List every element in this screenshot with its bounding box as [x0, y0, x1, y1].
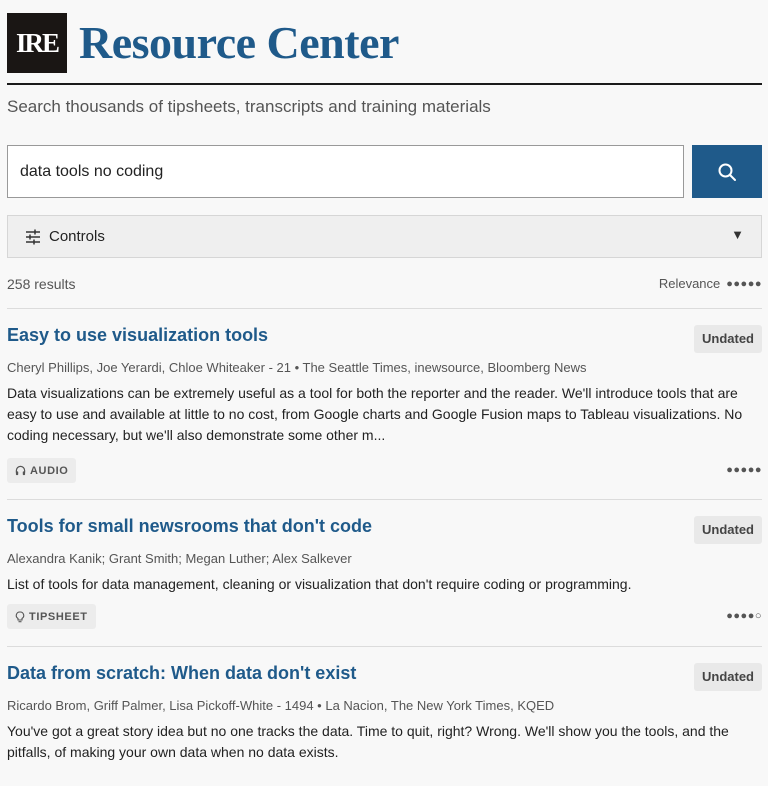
ire-logo[interactable]: IRE — [7, 13, 67, 73]
type-label: AUDIO — [30, 464, 69, 477]
lightbulb-icon — [15, 610, 25, 622]
controls-toggle[interactable]: Controls ▼ — [7, 215, 762, 258]
site-header: IRE Resource Center — [7, 13, 762, 85]
result-title[interactable]: Data from scratch: When data don't exist — [7, 663, 356, 684]
relevance-dots-icon: ●●●●○ — [726, 610, 762, 622]
divider — [7, 646, 762, 647]
date-badge: Undated — [694, 516, 762, 544]
search-button[interactable] — [692, 145, 762, 198]
relevance-dots-icon: ●●●●● — [726, 277, 762, 290]
sliders-icon — [25, 229, 41, 245]
sort-relevance[interactable]: Relevance ●●●●● — [659, 276, 762, 291]
result-meta: Cheryl Phillips, Joe Yerardi, Chloe Whit… — [7, 360, 587, 375]
site-title[interactable]: Resource Center — [79, 15, 399, 71]
chevron-down-icon: ▼ — [731, 227, 744, 242]
tagline: Search thousands of tipsheets, transcrip… — [7, 97, 491, 116]
result-description: You've got a great story idea but no one… — [7, 723, 729, 760]
relevance-dots-icon: ●●●●● — [726, 464, 762, 476]
result-item: Data from scratch: When data don't exist… — [7, 663, 762, 783]
controls-label: Controls — [49, 228, 105, 245]
type-label: TIPSHEET — [29, 610, 88, 623]
result-item: Easy to use visualization tools Undated … — [7, 325, 762, 495]
result-title[interactable]: Easy to use visualization tools — [7, 325, 268, 346]
search-input[interactable] — [7, 145, 684, 198]
result-description: List of tools for data management, clean… — [7, 576, 632, 592]
date-badge: Undated — [694, 325, 762, 353]
divider — [7, 308, 762, 309]
result-meta: Ricardo Brom, Griff Palmer, Lisa Pickoff… — [7, 698, 555, 713]
sort-label: Relevance — [658, 276, 721, 291]
result-meta: Alexandra Kanik; Grant Smith; Megan Luth… — [7, 551, 352, 566]
headphones-icon — [15, 465, 26, 476]
type-badge-tipsheet[interactable]: TIPSHEET — [7, 604, 96, 629]
results-count: 258 results — [7, 276, 76, 292]
search-icon — [717, 162, 737, 182]
result-description: Data visualizations can be extremely use… — [7, 385, 743, 443]
result-title[interactable]: Tools for small newsrooms that don't cod… — [7, 516, 372, 537]
divider — [7, 499, 762, 500]
result-item: Tools for small newsrooms that don't cod… — [7, 516, 762, 641]
type-badge-audio[interactable]: AUDIO — [7, 458, 77, 483]
date-badge: Undated — [694, 663, 762, 691]
